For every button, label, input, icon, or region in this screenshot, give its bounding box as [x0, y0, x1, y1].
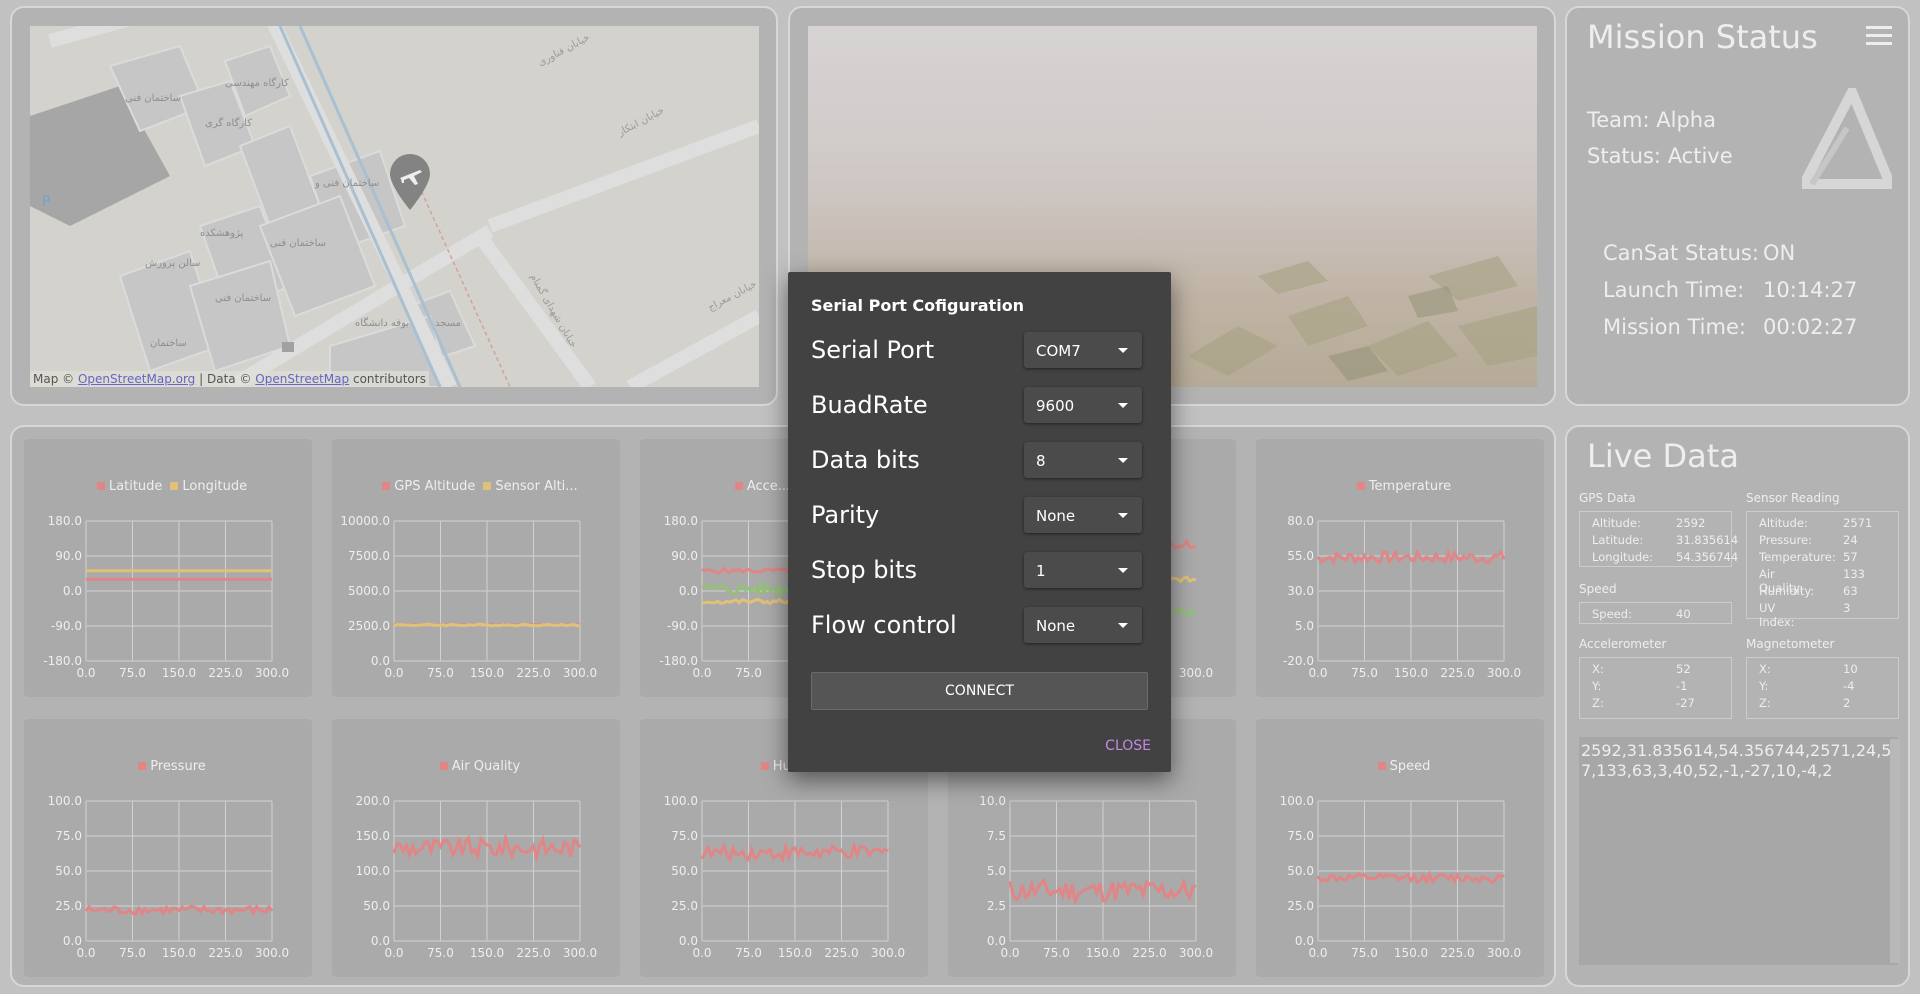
data-bits-value: 8 — [1036, 452, 1046, 470]
serial-port-dialog: Serial Port Cofiguration Serial Port COM7… — [788, 272, 1171, 772]
baud-rate-select[interactable]: 9600 — [1024, 387, 1142, 423]
chevron-down-icon — [1118, 348, 1128, 353]
data-bits-select[interactable]: 8 — [1024, 442, 1142, 478]
stop-bits-label: Stop bits — [811, 556, 918, 584]
flow-control-label: Flow control — [811, 611, 957, 639]
baud-rate-value: 9600 — [1036, 397, 1075, 415]
chevron-down-icon — [1118, 403, 1128, 408]
chevron-down-icon — [1118, 458, 1128, 463]
parity-select[interactable]: None — [1024, 497, 1142, 533]
flow-control-value: None — [1036, 617, 1076, 635]
chevron-down-icon — [1118, 623, 1128, 628]
serial-port-select[interactable]: COM7 — [1024, 332, 1142, 368]
chevron-down-icon — [1118, 513, 1128, 518]
parity-label: Parity — [811, 501, 880, 529]
serial-port-value: COM7 — [1036, 342, 1081, 360]
stop-bits-select[interactable]: 1 — [1024, 552, 1142, 588]
chevron-down-icon — [1118, 568, 1128, 573]
flow-control-select[interactable]: None — [1024, 607, 1142, 643]
data-bits-label: Data bits — [811, 446, 920, 474]
dialog-title: Serial Port Cofiguration — [811, 296, 1025, 315]
stop-bits-value: 1 — [1036, 562, 1046, 580]
close-button[interactable]: CLOSE — [1105, 738, 1151, 754]
serial-port-label: Serial Port — [811, 336, 935, 364]
connect-button[interactable]: CONNECT — [811, 672, 1148, 710]
parity-value: None — [1036, 507, 1076, 525]
baud-rate-label: BuadRate — [811, 391, 928, 419]
